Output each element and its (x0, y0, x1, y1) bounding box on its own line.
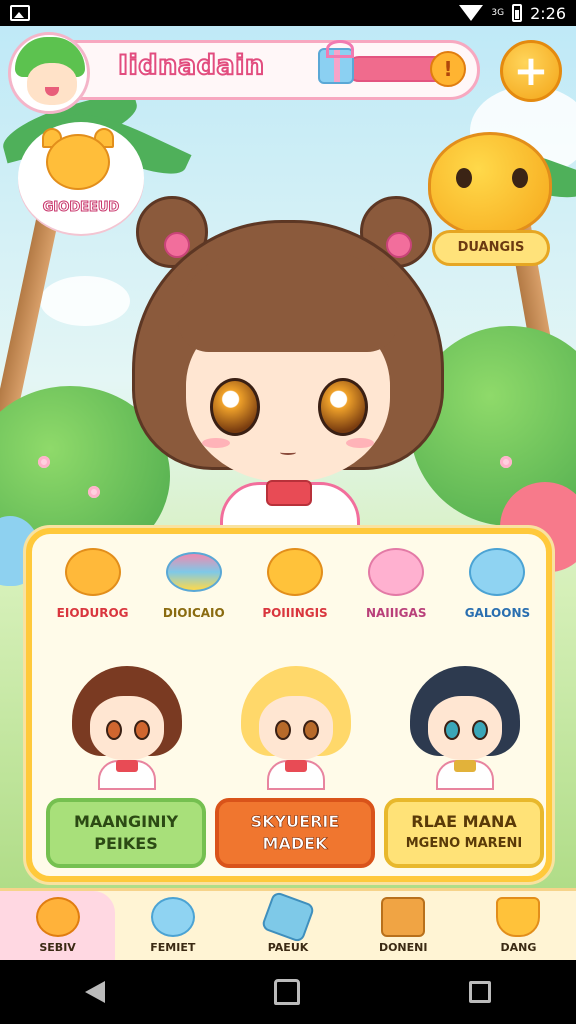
alert-button[interactable]: ! (430, 51, 466, 87)
mini-eye (303, 720, 319, 740)
wifi-icon (459, 5, 484, 21)
flower-decoration (88, 486, 100, 498)
mini-eye (444, 720, 460, 740)
nav-dang[interactable]: DANG (461, 891, 576, 960)
mouse-icon (368, 548, 425, 596)
mini-face (259, 696, 333, 760)
category-eiodurog[interactable]: EIODUROG (42, 542, 143, 632)
category-poiiingis[interactable]: POIIINGIS (244, 542, 345, 632)
flower-decoration (500, 456, 512, 468)
character-bangs (178, 252, 398, 352)
card-subtitle: PEIKES (94, 834, 158, 853)
mini-eye (275, 720, 291, 740)
game-title: Iidnadain (117, 49, 265, 82)
nav-label: DONENI (378, 941, 428, 954)
bird-icon (35, 897, 80, 937)
category-row: EIODUROG DIOICAIO POIIINGIS NAIIIGAS GAL… (42, 542, 548, 632)
card-title: RLAE MANA (411, 812, 517, 831)
select-card-button[interactable]: MAANGINIY PEIKES (46, 798, 206, 868)
character-mouth (280, 450, 296, 455)
system-nav-bar (0, 960, 576, 1024)
bottom-nav: SEBIV FEMIET PAEUK DONENI DANG (0, 888, 576, 960)
nav-paeuk[interactable]: PAEUK (230, 890, 345, 960)
mini-eye (106, 720, 122, 740)
treasure-chest-icon (381, 897, 426, 937)
game-screen: Iidnadain ! + GIODEEUD DUANGIS EIODUROG … (0, 26, 576, 960)
mini-character (410, 656, 520, 790)
character-card[interactable]: MAANGINIY PEIKES (46, 652, 206, 872)
recent-apps-icon[interactable] (469, 981, 492, 1003)
gift-icon[interactable] (318, 40, 354, 84)
card-subtitle: MGENO MARENI (405, 836, 523, 851)
house-icon (496, 897, 541, 937)
character-blush (346, 438, 374, 448)
card-subtitle: MADEK (262, 834, 328, 854)
character-bow (266, 480, 312, 506)
nav-sebiv[interactable]: SEBIV (0, 891, 116, 960)
smiley-eye (512, 168, 528, 188)
add-button[interactable]: + (500, 40, 562, 102)
nav-label: FEMIET (150, 941, 196, 954)
nav-femiet[interactable]: FEMIET (115, 891, 230, 960)
nav-label: SEBIV (39, 941, 76, 954)
smiley-icon (267, 548, 323, 596)
bear-icon (46, 134, 110, 190)
category-label: DIOICAIO (162, 606, 225, 620)
status-bar: 3G 2:26 (0, 0, 576, 26)
mini-eye (134, 720, 150, 740)
category-label: NAIIIGAS (365, 606, 427, 620)
main-character[interactable] (124, 194, 452, 562)
phone-icon (260, 890, 316, 944)
cat-icon (150, 897, 195, 937)
mini-eye (472, 720, 488, 740)
character-cards: MAANGINIY PEIKES SKYUERIE MADEK RLAE MAN… (42, 652, 548, 872)
mini-bow (116, 760, 138, 772)
cloud-decoration (40, 276, 130, 326)
character-card[interactable]: SKYUERIE MADEK (215, 652, 375, 872)
mini-character (241, 656, 351, 790)
signal-type: 3G (491, 8, 505, 18)
select-card-button[interactable]: SKYUERIE MADEK (215, 798, 375, 868)
candy-icon (165, 552, 222, 592)
back-icon[interactable] (84, 981, 105, 1003)
nav-doneni[interactable]: DONENI (346, 891, 461, 960)
category-dioicaio[interactable]: DIOICAIO (143, 542, 244, 632)
character-eye (318, 378, 368, 436)
category-label: EIODUROG (56, 606, 129, 620)
category-galoons[interactable]: GALOONS (447, 542, 548, 632)
avatar-face (27, 63, 77, 105)
player-avatar[interactable] (8, 32, 90, 114)
mini-bow (454, 760, 476, 772)
select-card-button[interactable]: RLAE MANA MGENO MARENI (384, 798, 544, 868)
nav-label: PAEUK (267, 941, 309, 954)
mini-face (428, 696, 502, 760)
category-label: POIIINGIS (262, 606, 328, 620)
character-blush (202, 438, 230, 448)
mini-bow (285, 760, 307, 772)
battery-icon (512, 4, 523, 22)
smiley-eye (456, 168, 472, 188)
mini-character (72, 656, 182, 790)
nav-label: DANG (500, 941, 537, 954)
character-eye (210, 378, 260, 436)
card-title: MAANGINIY (73, 812, 179, 831)
mini-face (90, 696, 164, 760)
category-label: GALOONS (464, 606, 531, 620)
clock: 2:26 (530, 3, 566, 23)
gallery-notification-icon (10, 5, 30, 21)
blob-icon (469, 548, 526, 596)
flower-decoration (38, 456, 50, 468)
home-icon[interactable] (273, 979, 300, 1005)
bear-icon (64, 548, 121, 596)
category-naiiigas[interactable]: NAIIIGAS (346, 542, 447, 632)
character-select-panel: EIODUROG DIOICAIO POIIINGIS NAIIIGAS GAL… (26, 528, 552, 882)
character-card[interactable]: RLAE MANA MGENO MARENI (384, 652, 544, 872)
card-title: SKYUERIE (250, 812, 340, 832)
